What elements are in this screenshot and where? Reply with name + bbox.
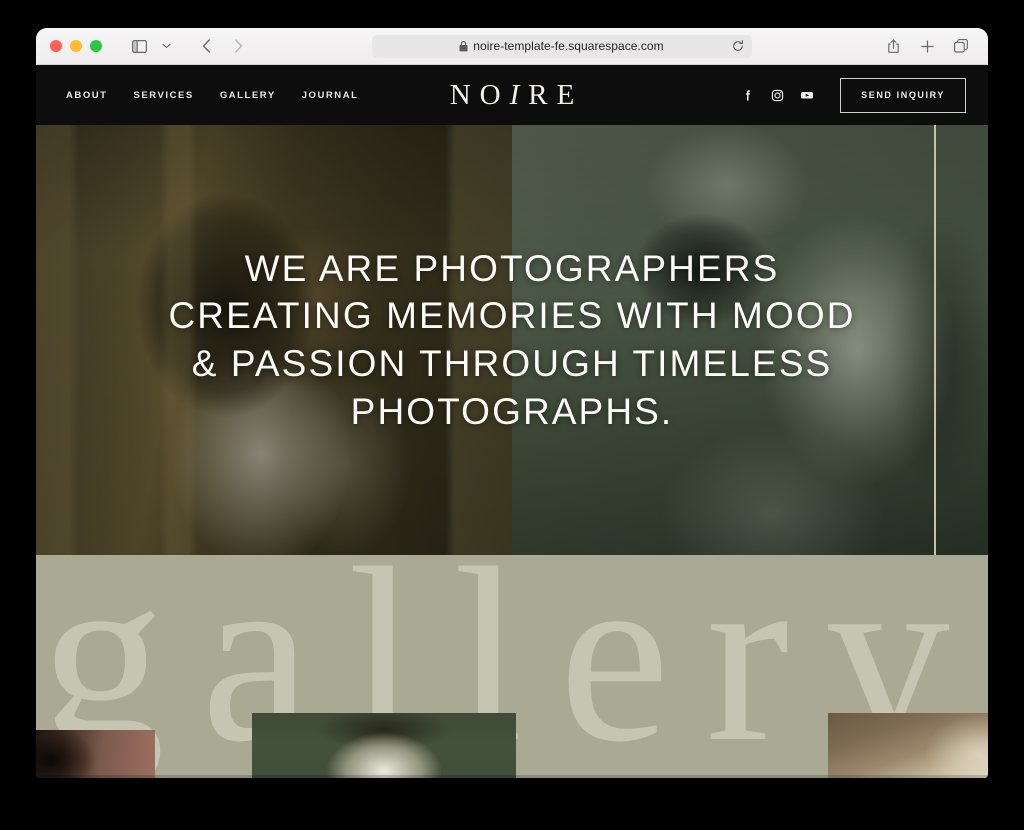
gallery-section: gallery	[36, 555, 988, 778]
plus-icon[interactable]	[914, 33, 940, 59]
back-button[interactable]	[193, 33, 219, 59]
hero-overlay: WE ARE PHOTOGRAPHERS CREATING MEMORIES W…	[36, 125, 988, 555]
gallery-thumbnail[interactable]	[36, 730, 155, 778]
sidebar-toggle-icon[interactable]	[126, 33, 152, 59]
header-right: SEND INQUIRY	[732, 77, 966, 113]
browser-toolbar: noire-template-fe.squarespace.com	[36, 28, 988, 65]
maximize-window-button[interactable]	[90, 40, 102, 52]
gallery-thumbnails	[36, 668, 988, 778]
gallery-thumbnail[interactable]	[828, 713, 988, 778]
toolbar-right-controls	[880, 33, 974, 59]
window-controls	[50, 40, 102, 52]
reload-icon[interactable]	[730, 38, 746, 54]
navigation-controls	[193, 33, 251, 59]
site-logo[interactable]: NOIRE	[441, 79, 584, 112]
gallery-thumbnail[interactable]	[252, 713, 516, 778]
lock-icon	[459, 40, 468, 52]
close-window-button[interactable]	[50, 40, 62, 52]
youtube-icon[interactable]	[792, 80, 822, 110]
hero-headline: WE ARE PHOTOGRAPHERS CREATING MEMORIES W…	[168, 247, 856, 432]
forward-button[interactable]	[225, 33, 251, 59]
logo-part-1: NO	[449, 78, 510, 111]
url-text: noire-template-fe.squarespace.com	[473, 39, 664, 53]
minimize-window-button[interactable]	[70, 40, 82, 52]
screen: noire-template-fe.squarespace.com ABOUT …	[0, 0, 1024, 830]
nav-item-services[interactable]: SERVICES	[134, 90, 194, 101]
page-bottom-edge	[36, 775, 988, 778]
address-bar-container: noire-template-fe.squarespace.com	[251, 34, 872, 58]
primary-nav: ABOUT SERVICES GALLERY JOURNAL	[66, 90, 358, 101]
browser-window: noire-template-fe.squarespace.com ABOUT …	[36, 28, 988, 778]
share-icon[interactable]	[880, 33, 906, 59]
address-bar[interactable]: noire-template-fe.squarespace.com	[371, 34, 752, 58]
nav-item-journal[interactable]: JOURNAL	[302, 90, 359, 101]
hero-section: WE ARE PHOTOGRAPHERS CREATING MEMORIES W…	[36, 125, 988, 555]
site-header: ABOUT SERVICES GALLERY JOURNAL NOIRE SEN…	[36, 65, 988, 125]
tabs-icon[interactable]	[948, 33, 974, 59]
sidebar-controls	[126, 33, 179, 59]
send-inquiry-button[interactable]: SEND INQUIRY	[840, 77, 966, 113]
web-page: ABOUT SERVICES GALLERY JOURNAL NOIRE SEN…	[36, 65, 988, 778]
nav-item-gallery[interactable]: GALLERY	[220, 90, 276, 101]
logo-part-italic: I	[509, 78, 529, 111]
facebook-icon[interactable]	[732, 80, 762, 110]
chevron-down-icon[interactable]	[153, 33, 179, 59]
instagram-icon[interactable]	[762, 80, 792, 110]
nav-item-about[interactable]: ABOUT	[66, 90, 108, 101]
logo-part-2: RE	[528, 78, 584, 111]
